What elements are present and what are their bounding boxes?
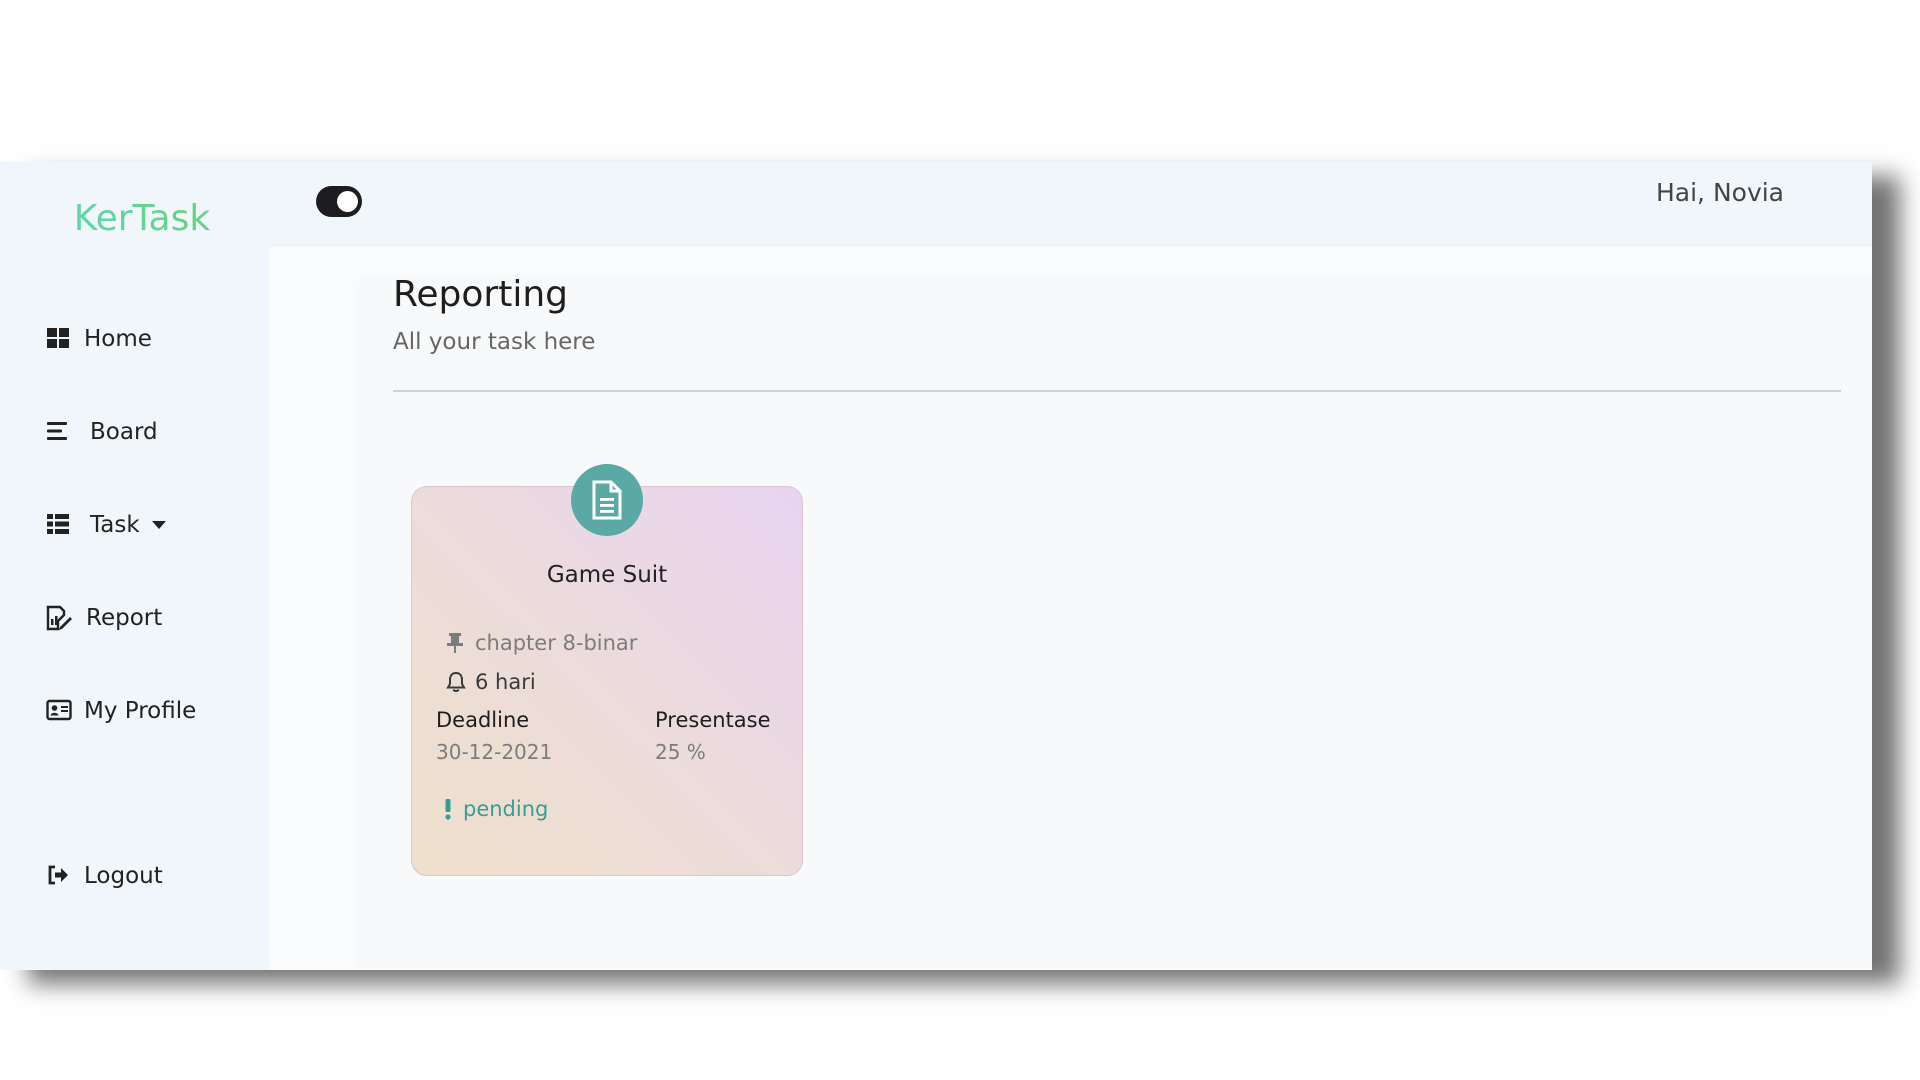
bars-icon bbox=[46, 419, 72, 445]
task-title: Game Suit bbox=[546, 562, 668, 588]
logout-button[interactable]: Logout bbox=[46, 863, 163, 889]
page-subtitle: All your task here bbox=[393, 329, 596, 355]
id-card-icon bbox=[46, 698, 72, 724]
document-icon bbox=[571, 464, 643, 536]
logout-icon bbox=[46, 863, 72, 889]
status-text: pending bbox=[463, 797, 549, 821]
status-badge: pending bbox=[445, 797, 548, 821]
theme-toggle[interactable] bbox=[316, 186, 362, 217]
sidebar-item-label: Home bbox=[84, 326, 152, 352]
percentage-value: 25 % bbox=[655, 740, 706, 764]
app-window: KerTask Home Board Task Report My Profil… bbox=[0, 162, 1872, 970]
pin-icon bbox=[445, 632, 467, 654]
grid-icon bbox=[46, 326, 72, 352]
user-greeting: Hai, Novia bbox=[1655, 178, 1784, 207]
page-title: Reporting bbox=[393, 274, 569, 315]
sidebar-item-label: Report bbox=[86, 605, 163, 631]
task-days-row: 6 hari bbox=[445, 670, 536, 694]
divider bbox=[393, 390, 1841, 392]
deadline-label: Deadline bbox=[436, 708, 530, 732]
task-category-row: chapter 8-binar bbox=[445, 631, 637, 655]
report-icon bbox=[46, 605, 72, 631]
task-card[interactable]: Game Suit chapter 8-binar 6 hari Deadlin… bbox=[411, 464, 803, 876]
sidebar-item-label: Task bbox=[90, 512, 140, 538]
task-category: chapter 8-binar bbox=[475, 631, 638, 655]
bell-icon bbox=[445, 671, 467, 693]
brand-logo[interactable]: KerTask bbox=[0, 198, 284, 239]
sidebar-item-board[interactable]: Board bbox=[46, 419, 158, 445]
sidebar-item-label: Board bbox=[90, 419, 158, 445]
toggle-icon bbox=[337, 191, 358, 212]
sidebar-item-label: My Profile bbox=[84, 698, 197, 724]
percentage-label: Presentase bbox=[655, 708, 771, 732]
sidebar-item-task[interactable]: Task bbox=[46, 512, 166, 538]
deadline-value: 30-12-2021 bbox=[436, 740, 553, 764]
chevron-down-icon bbox=[151, 521, 166, 529]
logout-label: Logout bbox=[84, 863, 163, 889]
sidebar-item-home[interactable]: Home bbox=[46, 326, 152, 352]
main-content: Reporting All your task here Game Suit c… bbox=[358, 274, 1872, 970]
sidebar-item-my-profile[interactable]: My Profile bbox=[46, 698, 196, 724]
top-bar: Hai, Novia bbox=[270, 162, 1872, 247]
task-days-left: 6 hari bbox=[475, 670, 536, 694]
sidebar: KerTask Home Board Task Report My Profil… bbox=[0, 162, 270, 970]
sidebar-item-report[interactable]: Report bbox=[46, 605, 162, 631]
list-icon bbox=[46, 512, 72, 538]
exclamation-icon bbox=[445, 798, 451, 820]
